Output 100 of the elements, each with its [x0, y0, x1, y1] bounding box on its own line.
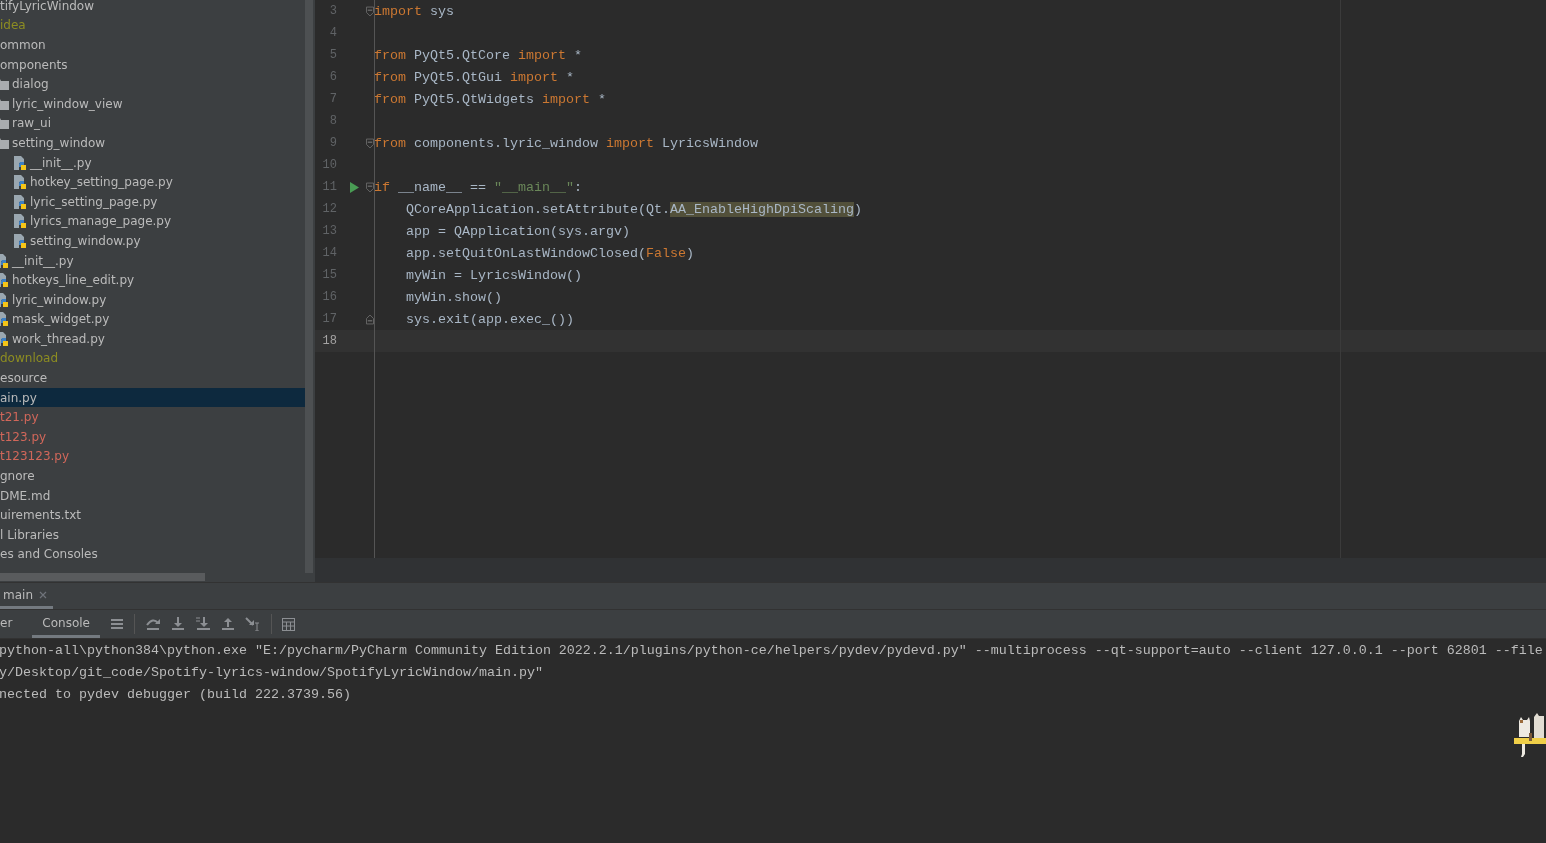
tree-item-label: t21.py — [0, 410, 39, 425]
tree-item-label: work_thread.py — [12, 331, 105, 346]
line-number: 7 — [328, 92, 337, 106]
line-number: 15 — [321, 268, 337, 282]
tree-item[interactable]: work_thread.py — [0, 329, 305, 349]
tree-item-label: t123123.py — [0, 449, 70, 464]
tree-item-label: raw_ui — [12, 116, 52, 131]
code-line: from PyQt5.QtCore import * — [374, 47, 582, 63]
tree-item[interactable]: uirements.txt — [0, 505, 305, 526]
tree-item-label: tifyLyricWindow — [0, 0, 95, 13]
tree-item-label: hotkey_setting_page.py — [30, 175, 173, 190]
line-number: 4 — [328, 26, 337, 40]
tree-item-label: l Libraries — [0, 527, 59, 542]
step-over-icon[interactable] — [144, 617, 161, 631]
line-number: 16 — [321, 290, 337, 304]
fold-icon[interactable] — [366, 181, 374, 193]
tree-item-label: __init__.py — [12, 253, 74, 268]
code-line: QCoreApplication.setAttribute(Qt.AA_EnableHighDpiScaling) — [405, 201, 862, 217]
tree-item[interactable]: es and Consoles — [0, 544, 305, 565]
code-line: import sys — [374, 3, 454, 19]
tree-item[interactable]: gnore — [0, 466, 305, 486]
tree-item-label: setting_window.py — [30, 233, 141, 248]
code-line: myWin.show() — [405, 289, 502, 305]
code-line: app.setQuitOnLastWindowClosed(False) — [405, 245, 694, 261]
tree-item[interactable]: lyric_window_view — [0, 93, 305, 114]
line-number: 5 — [328, 48, 337, 62]
tree-item[interactable]: t123.py — [0, 427, 305, 447]
tree-item-label: ain.py — [0, 390, 37, 405]
code-line: myWin = LyricsWindow() — [405, 267, 582, 283]
python-file-icon — [13, 194, 27, 209]
python-file-icon — [13, 175, 27, 190]
tree-item-label: idea — [0, 18, 26, 33]
scrollbar-thumb[interactable] — [0, 573, 205, 581]
tree-item-label: lyric_window_view — [12, 96, 123, 111]
step-into-icon[interactable] — [170, 617, 185, 631]
code-line: sys.exit(app.exec_()) — [405, 311, 574, 327]
tree-item[interactable]: l Libraries — [0, 525, 305, 545]
tree-item-label: esource — [0, 371, 48, 386]
menu-icon[interactable] — [109, 618, 124, 630]
line-number: 13 — [321, 224, 337, 238]
tree-item[interactable]: setting_window.py — [0, 231, 305, 251]
panel-tab[interactable]: er — [0, 610, 23, 638]
tree-item-label: lyric_setting_page.py — [30, 194, 158, 209]
tree-item-label: lyric_window.py — [12, 292, 107, 307]
fold-icon[interactable] — [366, 5, 374, 17]
tree-item[interactable]: DME.md — [0, 485, 305, 506]
tree-item[interactable]: hotkey_setting_page.py — [0, 172, 305, 192]
tree-item[interactable]: raw_ui — [0, 113, 305, 134]
console-line: nected to pydev debugger (build 222.3739.56) — [0, 686, 352, 704]
calculator-icon[interactable] — [281, 617, 295, 631]
tree-item[interactable]: lyrics_manage_page.py — [0, 211, 305, 232]
tree-item-label: download — [0, 351, 59, 366]
tree-item-label: lyrics_manage_page.py — [30, 214, 172, 229]
tree-item-label: es and Consoles — [0, 547, 98, 562]
tree-item[interactable]: __init__.py — [0, 250, 305, 271]
tree-item[interactable]: mask_widget.py — [0, 309, 305, 330]
tree-item-label: uirements.txt — [0, 508, 81, 523]
tree-item[interactable]: ain.py — [0, 387, 305, 408]
fold-icon[interactable] — [366, 313, 374, 325]
tab-label: main — [3, 587, 33, 602]
tree-item[interactable]: dialog — [0, 74, 305, 94]
console-line: python-all\python384\python.exe "E:/pycharm/PyCharm Community Edition 2022.2.1/plugins/python-ce/helpers/pydev/pydevd.py" --multiprocess --qt-support=auto --client 127.0.0.1 --port 62801 --file — [0, 642, 1544, 660]
tree-item[interactable]: lyric_setting_page.py — [0, 191, 305, 212]
close-icon[interactable] — [39, 590, 47, 599]
step-out-icon[interactable] — [220, 617, 235, 631]
python-file-icon — [13, 233, 27, 248]
line-number: 11 — [321, 180, 337, 194]
line-number: 8 — [328, 114, 337, 128]
tree-item[interactable]: setting_window — [0, 133, 305, 153]
tree-item-label: setting_window — [12, 135, 106, 150]
python-file-icon — [13, 214, 27, 229]
fold-icon[interactable] — [366, 137, 374, 149]
line-number: 12 — [321, 202, 337, 216]
code-line: app = QApplication(sys.argv) — [405, 223, 630, 239]
tree-item[interactable]: omponents — [0, 54, 305, 75]
tree-item[interactable]: t123123.py — [0, 446, 305, 467]
code-line: from components.lyric_window import LyricsWindow — [374, 135, 758, 151]
tree-item[interactable]: lyric_window.py — [0, 289, 305, 310]
console-line: y/Desktop/git_code/Spotify-lyrics-window/SpotifyLyricWindow/main.py" — [0, 664, 544, 682]
tree-item-label: __init__.py — [30, 155, 92, 170]
tree-item-label: t123.py — [0, 429, 47, 444]
tree-item-label: dialog — [12, 77, 49, 92]
tree-item[interactable]: idea — [0, 15, 305, 36]
tree-item[interactable]: ommon — [0, 35, 305, 55]
tree-item[interactable]: t21.py — [0, 407, 305, 428]
tree-item[interactable]: hotkeys_line_edit.py — [0, 270, 305, 290]
code-line: if __name__ == "__main__": — [374, 179, 582, 195]
scrollbar-thumb[interactable] — [305, 0, 313, 573]
line-number: 14 — [321, 246, 337, 260]
run-icon[interactable] — [350, 181, 359, 193]
line-number: 6 — [328, 70, 337, 84]
tree-item[interactable]: __init__.py — [0, 152, 305, 173]
tree-item[interactable]: tifyLyricWindow — [0, 0, 305, 16]
code-line: from PyQt5.QtWidgets import * — [374, 91, 606, 107]
tree-item[interactable]: esource — [0, 368, 305, 388]
run-to-cursor-icon[interactable] — [244, 617, 261, 631]
tree-item[interactable]: download — [0, 348, 305, 369]
tree-item-label: DME.md — [0, 488, 51, 503]
step-into-code-icon[interactable] — [194, 617, 211, 631]
tree-item-label: hotkeys_line_edit.py — [12, 273, 135, 288]
